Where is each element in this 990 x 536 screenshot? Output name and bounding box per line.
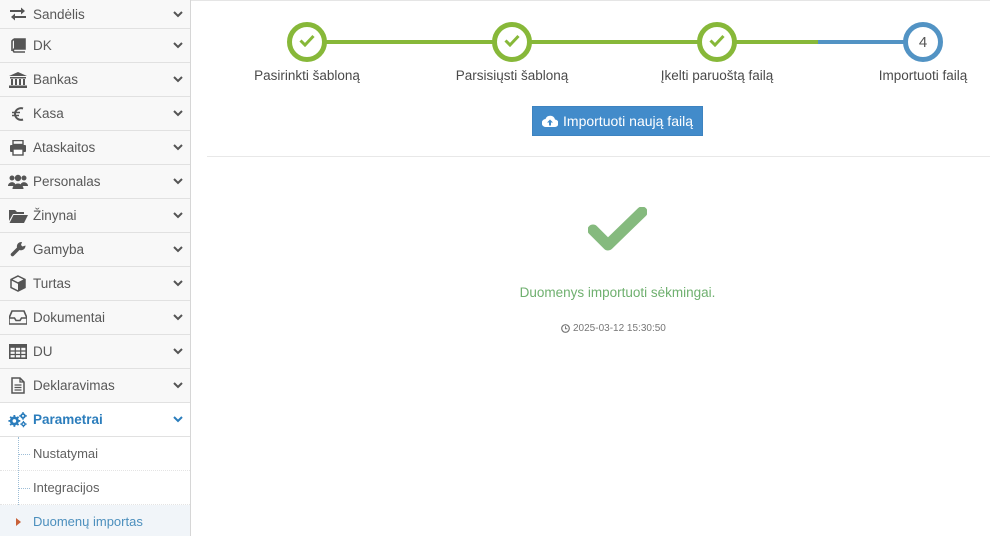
exchange-icon — [8, 5, 28, 23]
sidebar-item-zinynai[interactable]: Žinynai — [0, 199, 190, 233]
check-icon — [709, 34, 725, 50]
wizard-step-label: Parsisiųsti šabloną — [455, 68, 569, 83]
import-wizard: 4 Pasirinkti šabloną Parsisiųsti šabloną… — [191, 1, 990, 101]
chevron-down-icon — [171, 141, 185, 155]
check-icon — [504, 34, 520, 50]
sidebar-item-label: Sandėlis — [33, 6, 85, 22]
sidebar-item-kasa[interactable]: Kasa — [0, 97, 190, 131]
sidebar-item-label: DU — [33, 344, 53, 359]
users-icon — [8, 173, 28, 191]
submenu-parametrai: Nustatymai Integracijos Duomenų importas — [0, 437, 190, 536]
document-icon — [8, 377, 28, 395]
submenu-item-duomenu-importas[interactable]: Duomenų importas — [0, 505, 190, 536]
cogs-icon — [8, 411, 28, 429]
cloud-upload-icon — [542, 115, 559, 127]
sidebar-item-turtas[interactable]: Turtas — [0, 267, 190, 301]
table-icon — [8, 343, 28, 361]
chevron-down-icon — [171, 7, 185, 21]
section-divider — [207, 156, 990, 157]
wizard-step-3 — [697, 22, 737, 62]
chevron-down-icon — [171, 243, 185, 257]
success-check-icon — [587, 206, 648, 256]
sidebar: Sandėlis DK Bankas Kasa Ataskaitos Perso… — [0, 0, 191, 536]
wizard-step-2 — [492, 22, 532, 62]
sidebar-item-deklaravimas[interactable]: Deklaravimas — [0, 369, 190, 403]
folder-open-icon — [8, 207, 28, 225]
import-new-file-button[interactable]: Importuoti naują failą — [532, 106, 703, 136]
sidebar-item-bankas[interactable]: Bankas — [0, 63, 190, 97]
sidebar-item-ataskaitos[interactable]: Ataskaitos — [0, 131, 190, 165]
wizard-step-label: Įkelti paruoštą failą — [660, 68, 774, 83]
sidebar-item-label: Dokumentai — [33, 310, 106, 325]
sidebar-item-label: Parametrai — [33, 412, 103, 427]
sidebar-item-label: Personalas — [33, 174, 101, 189]
sidebar-item-parametrai[interactable]: Parametrai — [0, 403, 190, 437]
wizard-step-1 — [287, 22, 327, 62]
sidebar-item-label: Kasa — [33, 106, 64, 121]
import-success-message: Duomenys importuoti sėkmingai. — [519, 285, 716, 300]
caret-right-icon — [16, 518, 21, 526]
chevron-down-icon — [171, 209, 185, 223]
submenu-item-integracijos[interactable]: Integracijos — [0, 471, 190, 505]
bank-icon — [8, 71, 28, 89]
sidebar-item-personalas[interactable]: Personalas — [0, 165, 190, 199]
sidebar-item-label: Turtas — [33, 276, 71, 291]
submenu-item-label: Integracijos — [33, 480, 100, 495]
sidebar-item-dk[interactable]: DK — [0, 29, 190, 63]
step-number: 4 — [918, 33, 928, 51]
book-icon — [8, 37, 28, 55]
tree-connector — [18, 487, 30, 489]
sidebar-item-label: DK — [33, 38, 52, 53]
sidebar-item-label: Ataskaitos — [33, 140, 96, 155]
chevron-down-icon — [171, 345, 185, 359]
wizard-step-4: 4 — [903, 22, 943, 62]
wizard-step-label: Importuoti failą — [878, 68, 968, 83]
cube-icon — [8, 275, 28, 293]
chevron-down-icon — [171, 413, 185, 427]
sidebar-item-du[interactable]: DU — [0, 335, 190, 369]
import-new-file-label: Importuoti naują failą — [563, 113, 693, 129]
chevron-down-icon — [171, 73, 185, 87]
wizard-step-label: Pasirinkti šabloną — [254, 68, 360, 83]
sidebar-item-gamyba[interactable]: Gamyba — [0, 233, 190, 267]
submenu-item-label: Duomenų importas — [33, 514, 143, 529]
sidebar-item-sandelis[interactable]: Sandėlis — [0, 0, 190, 29]
import-timestamp: 2025-03-12 15:30:50 — [561, 323, 666, 334]
tree-connector — [18, 453, 30, 455]
sidebar-item-label: Deklaravimas — [33, 378, 115, 393]
submenu-item-label: Nustatymai — [33, 446, 99, 461]
chevron-down-icon — [171, 39, 185, 53]
main-content: 4 Pasirinkti šabloną Parsisiųsti šabloną… — [191, 0, 990, 536]
sidebar-item-dokumentai[interactable]: Dokumentai — [0, 301, 190, 335]
euro-icon — [8, 105, 28, 123]
chevron-down-icon — [171, 379, 185, 393]
clock-icon — [561, 324, 570, 333]
sidebar-item-label: Žinynai — [33, 208, 77, 223]
sidebar-item-label: Gamyba — [33, 242, 85, 257]
chevron-down-icon — [171, 107, 185, 121]
check-icon — [299, 34, 315, 50]
chevron-down-icon — [171, 175, 185, 189]
sidebar-item-label: Bankas — [33, 72, 79, 87]
chevron-down-icon — [171, 311, 185, 325]
timestamp-text: 2025-03-12 15:30:50 — [573, 323, 666, 334]
chevron-down-icon — [171, 277, 185, 291]
wrench-icon — [8, 241, 28, 259]
inbox-icon — [8, 309, 28, 327]
printer-icon — [8, 139, 28, 157]
submenu-item-nustatymai[interactable]: Nustatymai — [0, 437, 190, 471]
